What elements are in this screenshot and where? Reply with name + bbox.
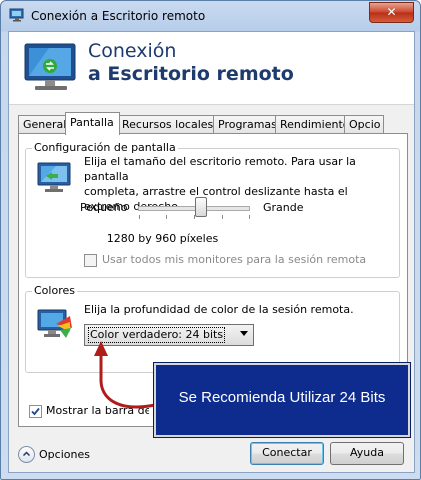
colors-description: Elija la profundidad de color de la sesi… [84, 303, 354, 316]
options-expand-button[interactable] [18, 446, 35, 463]
remote-desktop-icon [9, 8, 24, 22]
color-depth-value: Color verdadero: 24 bits [88, 327, 226, 343]
color-palette-icon [37, 309, 72, 338]
tab-opciones[interactable]: Opcio [344, 115, 384, 134]
help-button[interactable]: Ayuda [330, 442, 404, 465]
close-button[interactable]: ✕ [369, 2, 414, 23]
checkmark-icon [31, 407, 40, 416]
tab-pantalla[interactable]: Pantalla [65, 112, 120, 135]
colors-group: Colores Elija la profundidad de color de… [25, 284, 400, 373]
tab-recursos-locales[interactable]: Recursos locales [117, 115, 219, 134]
display-config-group: Configuración de pantalla Elija el tamañ… [25, 141, 400, 278]
show-connection-bar-checkbox[interactable] [29, 405, 42, 418]
connect-button[interactable]: Conectar [250, 442, 324, 465]
resolution-label: 1280 by 960 píxeles [106, 232, 219, 245]
display-description-line1: Elija el tamaño del escritorio remoto. P… [84, 155, 356, 183]
chevron-down-icon [240, 331, 248, 336]
header-banner: Conexión a Escritorio remoto [9, 32, 414, 105]
slider-track [138, 206, 250, 211]
tab-strip: General Pantalla Recursos locales Progra… [18, 112, 408, 135]
options-label[interactable]: Opciones [39, 447, 90, 462]
slider-tick [166, 215, 167, 219]
close-icon: ✕ [386, 5, 397, 19]
slider-tick [139, 215, 140, 219]
tab-general[interactable]: General [18, 115, 69, 134]
slider-min-label: Pequeño [80, 201, 128, 214]
annotation-text: Se Recomienda Utilizar 24 Bits [178, 389, 386, 406]
monitor-icon [37, 162, 71, 192]
tab-programas[interactable]: Programas [213, 115, 281, 134]
slider-tick [222, 215, 223, 219]
slider-tick [249, 215, 250, 219]
title-bar[interactable]: Conexión a Escritorio remoto ✕ [1, 1, 420, 31]
use-all-monitors-label: Usar todos mis monitores para la sesión … [102, 253, 367, 266]
banner-title-line1: Conexión [88, 40, 177, 62]
color-depth-select[interactable]: Color verdadero: 24 bits [84, 324, 254, 346]
resolution-slider[interactable] [138, 197, 252, 223]
show-connection-bar-label: Mostrar la barra de conexión [46, 404, 149, 417]
annotation-callout: Se Recomienda Utilizar 24 Bits [154, 363, 410, 437]
colors-title: Colores [32, 284, 77, 297]
slider-thumb[interactable] [195, 197, 207, 217]
tab-rendimiento[interactable]: Rendimiento [275, 115, 350, 134]
slider-max-label: Grande [263, 201, 304, 214]
remote-desktop-icon [24, 43, 76, 90]
chevron-up-icon [22, 451, 31, 457]
window-title: Conexión a Escritorio remoto [31, 9, 206, 23]
use-all-monitors-checkbox[interactable] [84, 254, 97, 267]
display-config-title: Configuración de pantalla [32, 141, 178, 154]
banner-title-line2: a Escritorio remoto [88, 63, 294, 85]
